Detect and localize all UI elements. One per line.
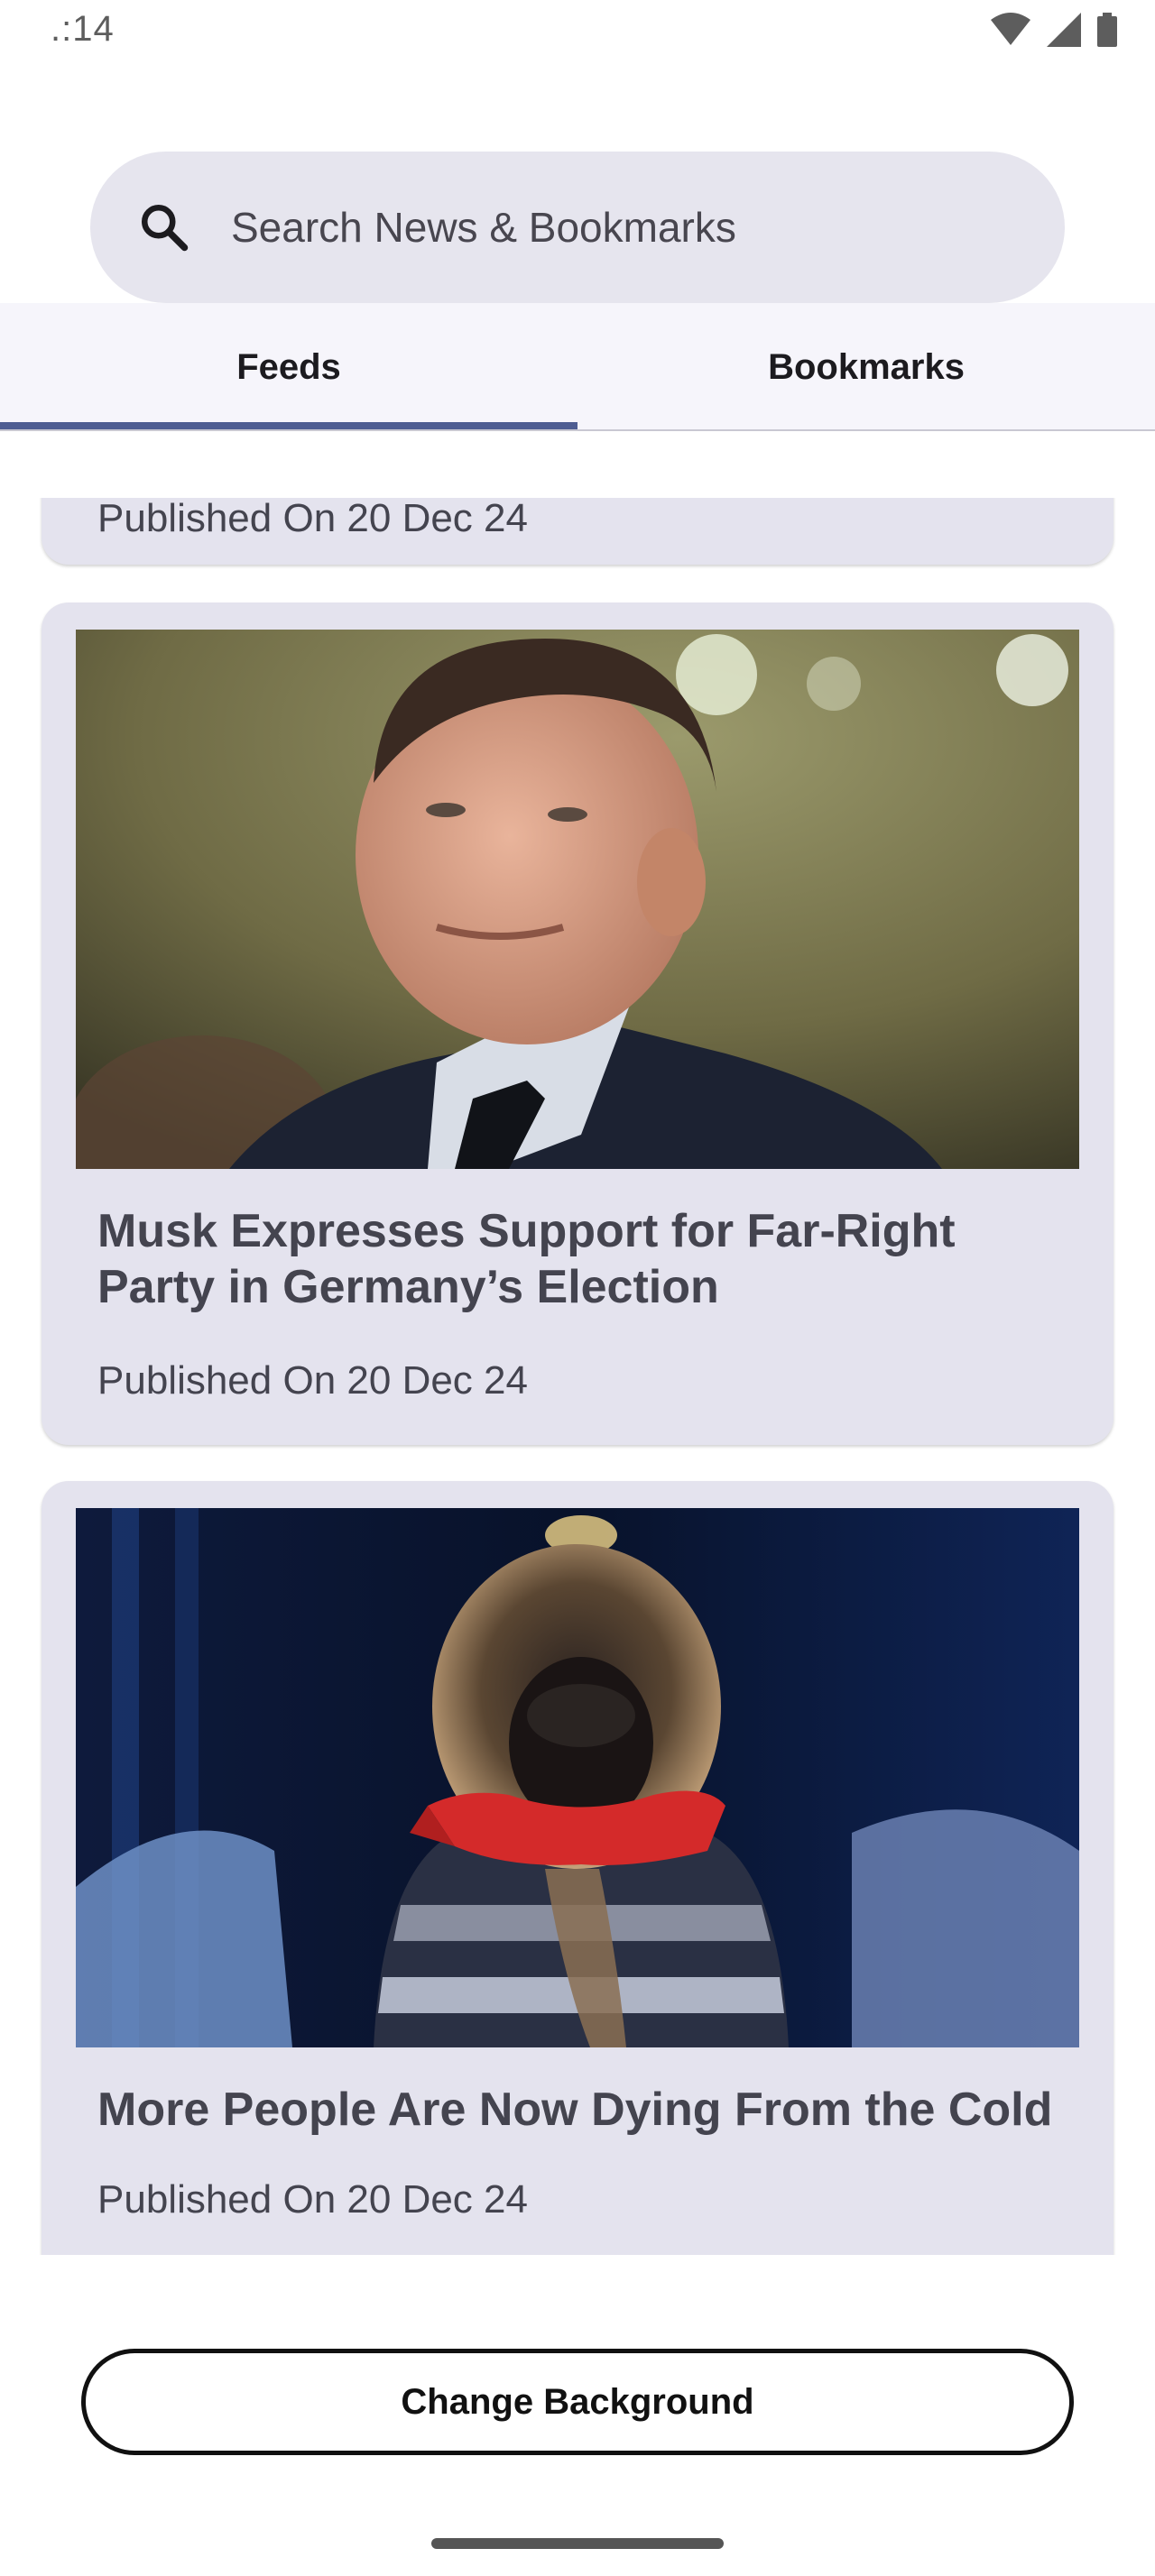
tab-bar: Feeds Bookmarks <box>0 303 1155 431</box>
signal-icon <box>1047 13 1081 47</box>
card-image <box>76 630 1079 1169</box>
article-photo-winter <box>76 1508 1079 2047</box>
news-card[interactable]: More People Are Now Dying From the Cold … <box>42 1481 1113 2255</box>
tab-bookmarks[interactable]: Bookmarks <box>578 303 1155 431</box>
card-title: Musk Expresses Support for Far-Right Par… <box>97 1205 956 1313</box>
status-bar: .:14 <box>0 0 1155 72</box>
card-title: More People Are Now Dying From the Cold <box>97 2084 1053 2136</box>
news-card[interactable]: Musk Expresses Support for Far-Right Par… <box>42 603 1113 1445</box>
search-bar[interactable] <box>90 152 1065 303</box>
search-icon[interactable] <box>137 200 191 254</box>
status-time: .:14 <box>51 9 115 49</box>
tab-bookmarks-label: Bookmarks <box>768 346 965 387</box>
home-indicator[interactable] <box>431 2538 724 2549</box>
wifi-icon <box>991 13 1030 45</box>
card-image <box>76 1508 1079 2047</box>
change-background-button[interactable]: Change Background <box>81 2349 1074 2455</box>
news-card[interactable]: Published On 20 Dec 24 <box>42 498 1113 565</box>
battery-icon <box>1097 13 1117 47</box>
card-date: Published On 20 Dec 24 <box>97 498 528 540</box>
search-input[interactable] <box>231 197 1007 258</box>
news-feed[interactable]: Published On 20 Dec 24 Musk Expresses Su… <box>0 498 1155 2255</box>
card-date: Published On 20 Dec 24 <box>97 2177 528 2222</box>
status-icons <box>991 13 1117 47</box>
tab-selected-indicator <box>0 422 578 429</box>
card-date: Published On 20 Dec 24 <box>97 1358 528 1403</box>
article-photo-portrait <box>76 630 1079 1169</box>
tab-feeds-label: Feeds <box>236 346 341 387</box>
tab-feeds[interactable]: Feeds <box>0 303 578 431</box>
